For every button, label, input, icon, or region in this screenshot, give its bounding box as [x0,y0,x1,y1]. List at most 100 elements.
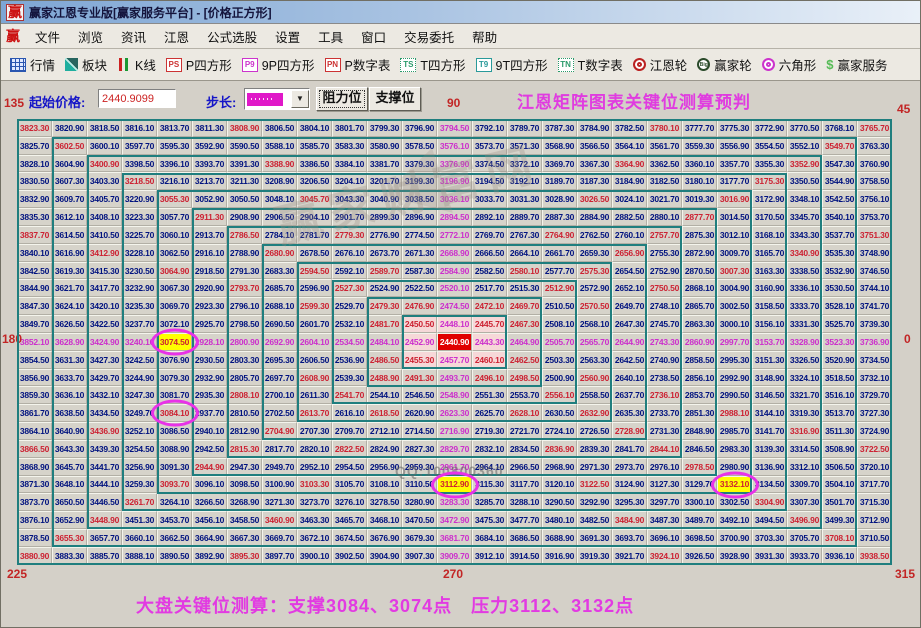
grid-cell: 2697.70 [262,368,297,387]
grid-cell: 2798.50 [227,315,262,333]
grid-cell: 3304.90 [752,493,787,512]
grid-cell: 2971.30 [577,457,612,476]
toolbar-item-赢家轮[interactable]: Big 赢家轮 [697,55,752,74]
grid-cell: 2500.90 [542,368,577,387]
grid-cell: 2745.70 [647,315,682,333]
grid-cell: 2623.30 [437,404,472,423]
menu-item-窗口[interactable]: 窗口 [352,27,395,46]
toolbar-item-板块[interactable]: 板块 [65,55,107,74]
toolbar-item-P四方形[interactable]: PS P四方形 [165,55,232,74]
key-level-cell: 3074.50 [157,332,192,351]
grid-cell: 3888.10 [122,546,157,565]
grid-cell: 2964.10 [472,457,507,476]
grid-cell: 3268.90 [227,493,262,512]
grid-cell: 2956.90 [367,457,402,476]
grid-cell: 2884.90 [577,208,612,226]
menu-item-公式选股[interactable]: 公式选股 [198,27,266,46]
toolbar-item-P数字表[interactable]: PN P数字表 [324,55,390,74]
grid-cell: 3175.30 [752,172,787,191]
grid-cell: 3595.30 [157,136,192,155]
grid-cell: 3717.70 [857,475,892,494]
grid-cell: 3482.50 [577,511,612,530]
grid-cell: 2988.10 [717,404,752,423]
grid-cell: 2618.50 [367,404,402,423]
grid-cell: 2952.10 [297,457,332,476]
grid-cell: 3552.10 [787,136,822,155]
support-button[interactable]: 支撑位 [369,87,421,111]
grid-cell: 2916.10 [192,243,227,262]
grid-cell: 2760.10 [612,225,647,244]
menu-item-江恩[interactable]: 江恩 [155,27,198,46]
grid-cell: 3432.10 [87,386,122,405]
grid-cell: 3489.70 [682,511,717,530]
menu-item-浏览[interactable]: 浏览 [69,27,112,46]
grid-cell: 3518.50 [822,368,857,387]
grid-cell: 3477.70 [507,511,542,530]
toolbar-item-赢家服务[interactable]: $ 赢家服务 [826,55,887,74]
grid-cell: 2642.50 [612,350,647,369]
grid-cell: 3180.10 [682,172,717,191]
grid-cell: 3912.10 [472,546,507,565]
grid-cell: 3036.10 [437,190,472,209]
grid-cell: 3403.30 [87,172,122,191]
grid-cell: 3288.10 [507,493,542,512]
grid-cell: 3837.70 [17,225,52,244]
grid-cell: 3849.70 [17,315,52,333]
grid-cell: 3312.10 [787,457,822,476]
toolbar-item-T四方形[interactable]: TS T四方形 [400,55,466,74]
chevron-down-icon[interactable]: ▼ [291,90,309,108]
step-dropdown[interactable]: ▼ [244,88,310,110]
grid-cell: 3576.10 [437,136,472,155]
menu-item-交易委托[interactable]: 交易委托 [395,27,463,46]
grid-cell: 2769.70 [472,225,507,244]
grid-cell: 3384.10 [332,154,367,173]
grid-cell: 2731.30 [647,422,682,440]
grid-cell: 3460.90 [262,511,297,530]
grid-cell: 3818.50 [87,119,122,137]
toolbar-item-K线[interactable]: K线 [117,55,156,74]
grid-cell: 2846.50 [682,439,717,458]
grid-cell: 3900.10 [297,546,332,565]
grid-cell: 3828.10 [17,154,52,173]
menu-item-帮助[interactable]: 帮助 [463,27,506,46]
grid-cell: 2484.10 [367,332,402,351]
grid-cell: 3722.50 [857,439,892,458]
grid-cell: 2668.90 [437,243,472,262]
grid-cell: 3868.90 [17,457,52,476]
toolbar-item-9P四方形[interactable]: P9 9P四方形 [241,55,315,74]
grid-cell: 2515.30 [507,279,542,298]
grid-cell: 2913.70 [192,225,227,244]
grid-cell: 3528.10 [822,297,857,316]
toolbar-item-T数字表[interactable]: TN T数字表 [557,55,623,74]
toolbar-item-江恩轮[interactable]: 江恩轮 [632,55,687,74]
grid-cell: 3088.90 [157,439,192,458]
grid-cell: 3746.50 [857,261,892,280]
grid-cell: 3643.30 [52,439,87,458]
grid-cell: 3679.30 [402,529,437,547]
grid-cell: 2450.50 [402,315,437,333]
toolbar-item-行情[interactable]: 行情 [10,55,55,74]
grid-cell: 3254.50 [122,439,157,458]
menu-item-设置[interactable]: 设置 [266,27,309,46]
menu-item-文件[interactable]: 文件 [26,27,69,46]
grid-cell: 3146.50 [752,386,787,405]
resistance-button[interactable]: 阻力位 [316,87,368,111]
grid-cell: 3556.90 [717,136,752,155]
grid-cell: 3122.50 [577,475,612,494]
grid-cell: 3732.10 [857,368,892,387]
menu-item-工具[interactable]: 工具 [309,27,352,46]
angle-label-225: 225 [7,567,28,581]
grid-cell: 2611.30 [297,386,332,405]
toolbar-item-六角形[interactable]: 六角形 [761,55,816,74]
grid-cell: 3669.70 [262,529,297,547]
grid-cell: 3820.90 [52,119,87,137]
toolbar-item-9T四方形[interactable]: T9 9T四方形 [475,55,548,74]
blocks-icon [65,58,79,71]
start-price-input[interactable] [98,89,176,108]
menu-item-资讯[interactable]: 资讯 [112,27,155,46]
key-level-cell: 3132.10 [717,475,752,494]
grid-cell: 2587.30 [402,261,437,280]
grid-cell: 3621.70 [52,279,87,298]
grid-cell: 3264.10 [157,493,192,512]
grid-cell: 3064.90 [157,261,192,280]
